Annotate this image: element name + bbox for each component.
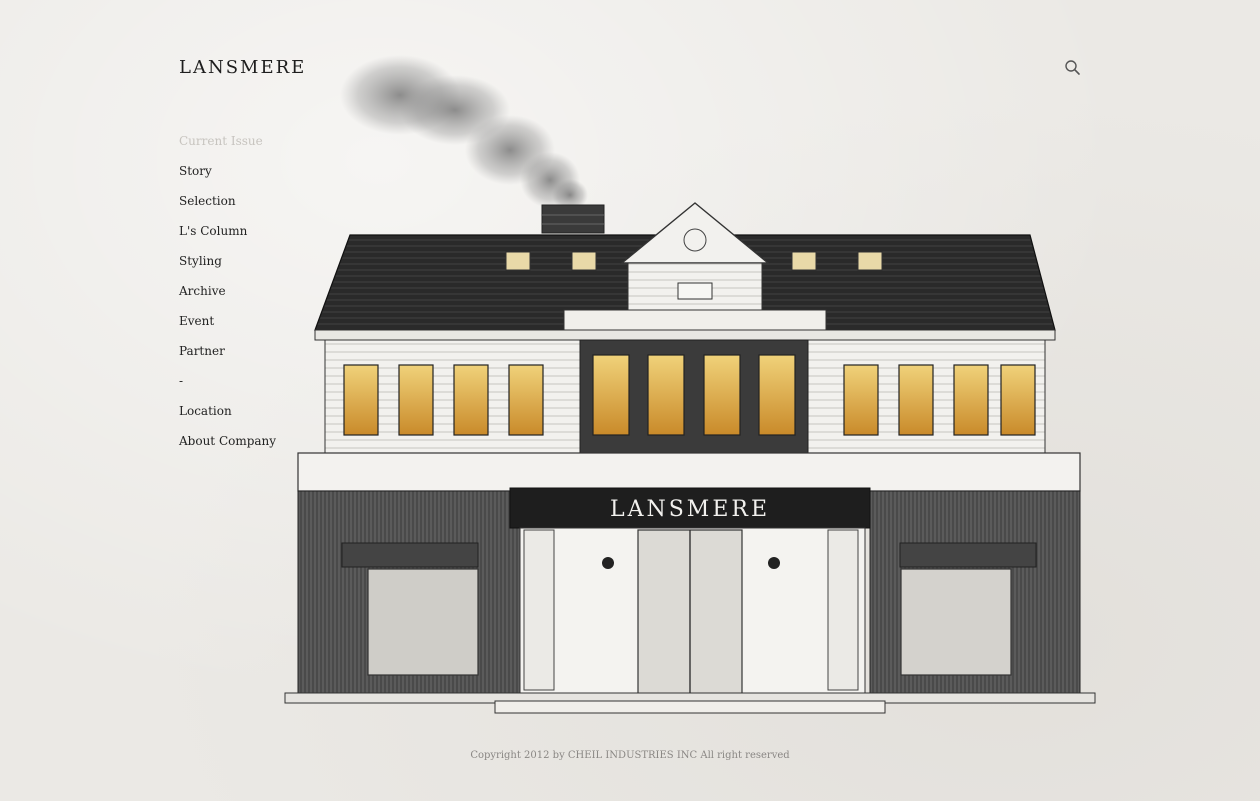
nav-separator: -	[179, 374, 184, 388]
nav-about-company[interactable]: About Company	[179, 433, 289, 449]
store-sign-text: LANSMERE	[610, 497, 770, 522]
right-display-window	[900, 568, 1012, 676]
nav-story[interactable]: Story	[179, 163, 289, 179]
building-illustration: LANSMERE	[284, 55, 1096, 714]
main-nav: Current Issue Story Selection L's Column…	[179, 133, 289, 463]
nav-event[interactable]: Event	[179, 313, 289, 329]
smoke	[340, 55, 588, 211]
left-display-awning	[341, 542, 479, 568]
nav-selection[interactable]: Selection	[179, 193, 289, 209]
nav-location[interactable]: Location	[179, 403, 289, 419]
nav-ls-column[interactable]: L's Column	[179, 223, 289, 239]
nav-archive[interactable]: Archive	[179, 283, 289, 299]
nav-styling[interactable]: Styling	[179, 253, 289, 269]
right-display-awning	[899, 542, 1037, 568]
chimney	[541, 204, 605, 234]
nav-partner[interactable]: Partner	[179, 343, 289, 359]
copyright: Copyright 2012 by CHEIL INDUSTRIES INC A…	[470, 750, 790, 761]
nav-current-issue[interactable]: Current Issue	[179, 133, 289, 149]
central-pediment	[620, 202, 770, 264]
left-display-window	[367, 568, 479, 676]
